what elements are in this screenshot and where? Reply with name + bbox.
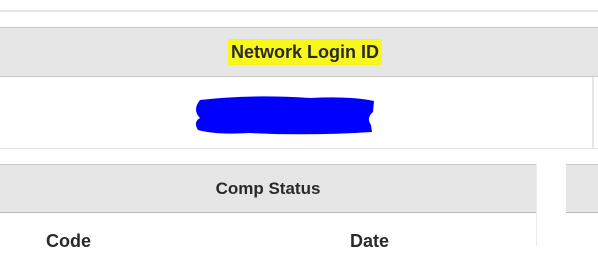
top-divider: [0, 10, 598, 12]
comp-status-columns: Code Date: [0, 213, 536, 253]
comp-status-header: Comp Status: [0, 165, 536, 213]
network-login-value-cell: [0, 77, 598, 149]
column-header-code[interactable]: Code: [46, 231, 91, 252]
panel-gap: [536, 164, 567, 246]
network-login-label: Network Login ID: [228, 39, 382, 65]
redaction-scribble: [195, 96, 374, 135]
network-login-header: Network Login ID: [0, 28, 598, 77]
adjacent-panel: [566, 164, 598, 247]
panel-edge: [592, 77, 594, 148]
adjacent-panel-header: [566, 165, 598, 213]
comp-status-panel: Comp Status Code Date: [0, 164, 536, 253]
column-header-date[interactable]: Date: [350, 231, 389, 252]
network-login-panel: Network Login ID: [0, 27, 598, 149]
